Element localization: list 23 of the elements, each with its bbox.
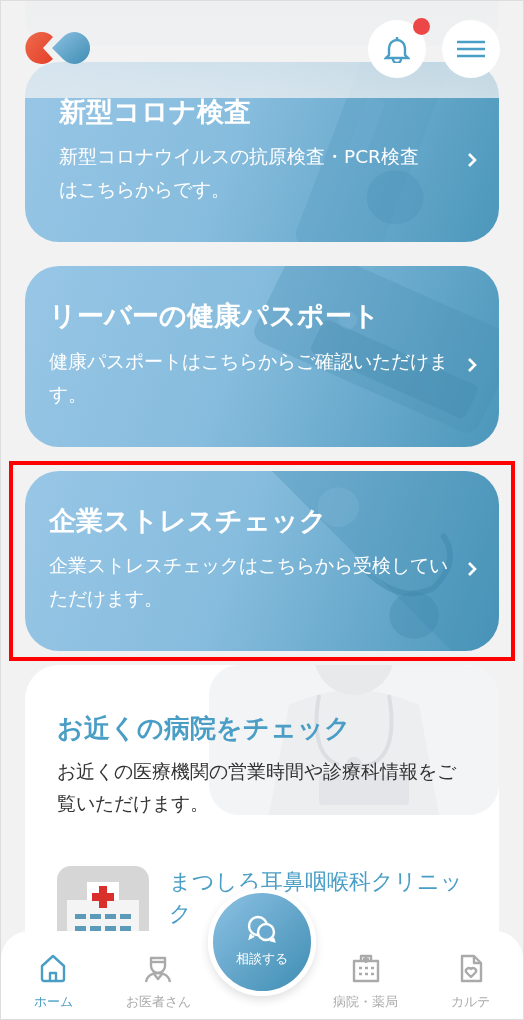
chevron-right-icon	[467, 152, 477, 169]
tab-item[interactable]: お医者さん	[105, 931, 211, 1019]
section-description: お近くの医療機関の営業時間や診療科情報をご覧いただけます。	[57, 760, 457, 817]
service-card[interactable]: 企業ストレスチェック 企業ストレスチェックはこちらから受検していただけます。	[25, 470, 499, 652]
chevron-right-icon	[467, 560, 477, 577]
card-description: 新型コロナウイルスの抗原検査・PCR検査はこちらからです。	[59, 145, 420, 203]
card-title: 新型コロナ検査	[59, 96, 252, 129]
tab-item[interactable]: ホーム	[1, 931, 106, 1019]
service-card[interactable]: リーバーの健康パスポート 健康パスポートはこちらからご確認いただけます。	[25, 266, 499, 447]
chevron-right-icon	[467, 356, 477, 373]
section-title: お近くの病院をチェック	[57, 713, 352, 745]
menu-icon	[457, 40, 485, 58]
card-title: 企業ストレスチェック	[49, 504, 328, 538]
card-title: リーバーの健康パスポート	[49, 300, 381, 333]
bell-icon	[384, 35, 410, 63]
card-description: 健康パスポートはこちらからご確認いただけます。	[49, 349, 449, 407]
tab-item[interactable]: 病院・薬局	[313, 931, 419, 1019]
chat-icon	[247, 915, 277, 944]
card-description: 企業ストレスチェックはこちらから受検していただけます。	[49, 554, 449, 612]
tab-item[interactable]: カルテ	[418, 931, 523, 1019]
logo	[25, 31, 91, 65]
service-card[interactable]: 新型コロナ検査 新型コロナウイルスの抗原検査・PCR検査はこちらからです。	[25, 62, 499, 243]
hospital-icon	[350, 952, 381, 984]
